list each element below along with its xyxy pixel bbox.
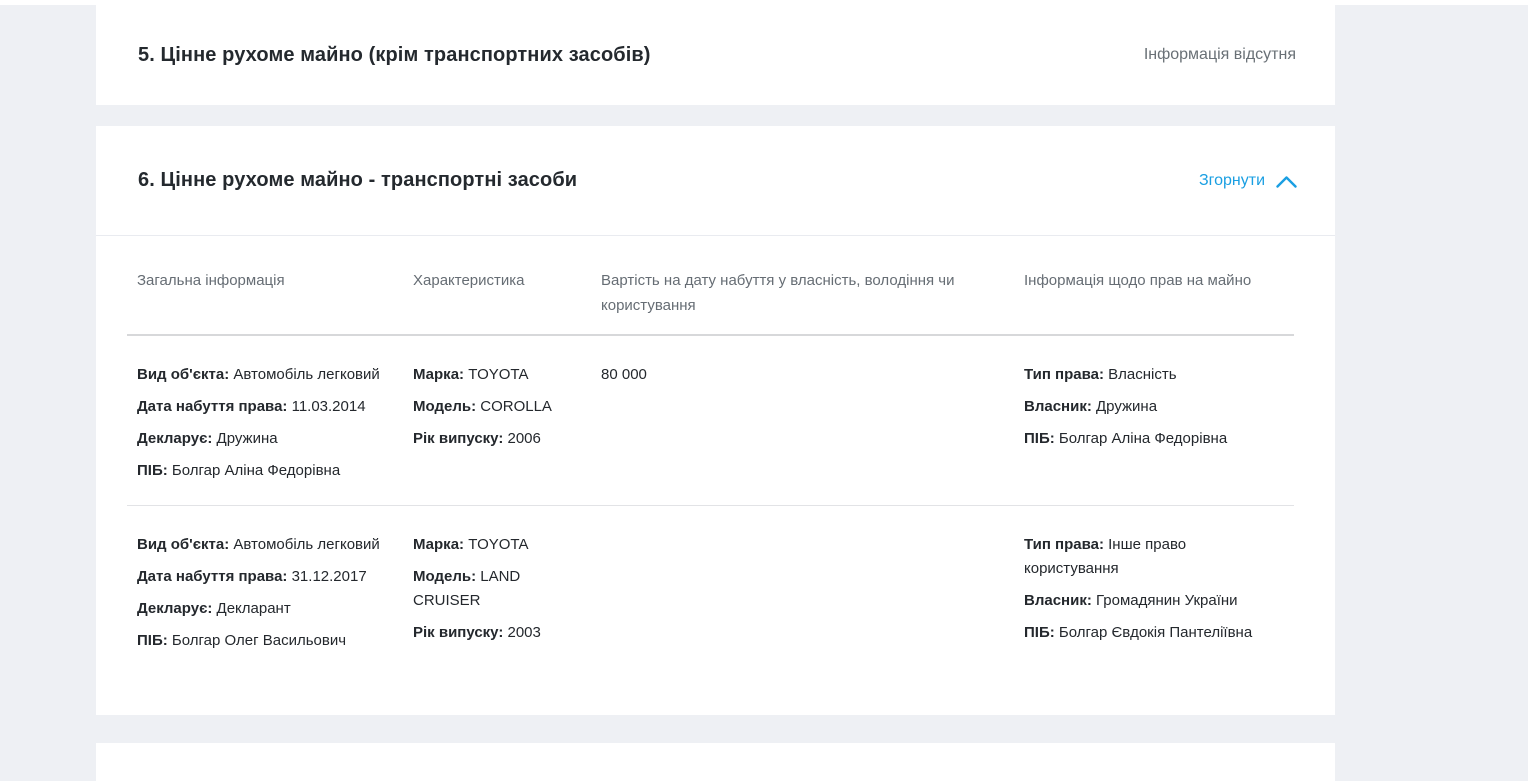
- field-value: Дружина: [217, 430, 278, 447]
- section-5-title: 5. Цінне рухоме майно (крім транспортних…: [138, 44, 651, 67]
- cell-general: Вид об'єкта: Автомобіль легковий Дата на…: [127, 506, 403, 676]
- field-value: Автомобіль легковий: [233, 536, 379, 553]
- field-label: Тип права:: [1024, 366, 1104, 383]
- section-6-title: 6. Цінне рухоме майно - транспортні засо…: [138, 169, 577, 192]
- cell-cost: [591, 506, 1014, 676]
- field-label: Марка:: [413, 366, 464, 383]
- field-label: Рік випуску:: [413, 430, 503, 447]
- section-6-header: 6. Цінне рухоме майно - транспортні засо…: [96, 126, 1335, 236]
- field-owner-name: ПІБ: Болгар Євдокія Пантеліївна: [1024, 621, 1284, 645]
- field-brand: Марка: TOYOTA: [413, 533, 581, 557]
- field-label: Марка:: [413, 536, 464, 553]
- field-value: COROLLA: [480, 398, 552, 415]
- vehicle-row-2: Вид об'єкта: Автомобіль легковий Дата на…: [127, 506, 1294, 676]
- field-declared-by: Декларує: Декларант: [137, 597, 393, 621]
- collapse-label: Згорнути: [1199, 172, 1265, 190]
- vehicle-row-1: Вид об'єкта: Автомобіль легковий Дата на…: [127, 335, 1294, 506]
- field-label: Модель:: [413, 568, 476, 585]
- field-model: Модель: COROLLA: [413, 395, 581, 419]
- field-value: Дружина: [1096, 398, 1157, 415]
- field-label: Рік випуску:: [413, 624, 503, 641]
- field-value: 2006: [507, 430, 540, 447]
- field-value: 2003: [507, 624, 540, 641]
- field-value: 11.03.2014: [292, 398, 366, 415]
- field-brand: Марка: TOYOTA: [413, 363, 581, 387]
- section-5-status: Інформація відсутня: [1144, 46, 1296, 64]
- field-label: Власник:: [1024, 592, 1092, 609]
- collapse-button[interactable]: Згорнути: [1199, 172, 1297, 190]
- section-6-card: 6. Цінне рухоме майно - транспортні засо…: [96, 126, 1335, 715]
- field-acquire-date: Дата набуття права: 31.12.2017: [137, 565, 393, 589]
- cell-characteristics: Марка: TOYOTA Модель: COROLLA Рік випуск…: [403, 335, 591, 506]
- field-label: ПІБ:: [137, 462, 168, 479]
- field-owner-name: ПІБ: Болгар Аліна Федорівна: [1024, 427, 1284, 451]
- field-owner: Власник: Громадянин України: [1024, 589, 1284, 613]
- field-label: Тип права:: [1024, 536, 1104, 553]
- field-object-type: Вид об'єкта: Автомобіль легковий: [137, 533, 393, 557]
- field-value: Болгар Аліна Федорівна: [172, 462, 340, 479]
- section-5-card: 5. Цінне рухоме майно (крім транспортних…: [96, 5, 1335, 105]
- field-acquire-date: Дата набуття права: 11.03.2014: [137, 395, 393, 419]
- field-year: Рік випуску: 2003: [413, 621, 581, 645]
- field-model: Модель: LAND CRUISER: [413, 565, 581, 613]
- cell-cost: 80 000: [591, 335, 1014, 506]
- field-right-type: Тип права: Власність: [1024, 363, 1284, 387]
- field-value: Болгар Аліна Федорівна: [1059, 430, 1227, 447]
- field-label: Декларує:: [137, 430, 212, 447]
- field-label: Дата набуття права:: [137, 398, 287, 415]
- field-value: Власність: [1108, 366, 1176, 383]
- field-value: Декларант: [217, 600, 291, 617]
- cell-rights: Тип права: Власність Власник: Дружина ПІ…: [1014, 335, 1294, 506]
- field-label: Власник:: [1024, 398, 1092, 415]
- cell-characteristics: Марка: TOYOTA Модель: LAND CRUISER Рік в…: [403, 506, 591, 676]
- field-object-type: Вид об'єкта: Автомобіль легковий: [137, 363, 393, 387]
- field-value: Громадянин України: [1096, 592, 1238, 609]
- field-label: ПІБ:: [137, 632, 168, 649]
- field-value: TOYOTA: [468, 536, 528, 553]
- col-header-cost: Вартість на дату набуття у власність, во…: [591, 236, 1014, 335]
- col-header-rights: Інформація щодо прав на майно: [1014, 236, 1294, 335]
- field-right-type: Тип права: Інше право користування: [1024, 533, 1284, 581]
- field-label: Модель:: [413, 398, 476, 415]
- vehicles-table-wrap: Загальна інформація Характеристика Варті…: [96, 236, 1335, 715]
- field-value: TOYOTA: [468, 366, 528, 383]
- col-header-characteristics: Характеристика: [403, 236, 591, 335]
- field-value: Болгар Олег Васильович: [172, 632, 346, 649]
- field-label: ПІБ:: [1024, 624, 1055, 641]
- next-section-card: [96, 743, 1335, 781]
- field-value: Автомобіль легковий: [233, 366, 379, 383]
- field-declared-by: Декларує: Дружина: [137, 427, 393, 451]
- vehicles-table: Загальна інформація Характеристика Варті…: [127, 236, 1294, 675]
- chevron-up-icon: [1276, 176, 1297, 188]
- field-name: ПІБ: Болгар Олег Васильович: [137, 629, 393, 653]
- field-label: ПІБ:: [1024, 430, 1055, 447]
- cell-rights: Тип права: Інше право користування Власн…: [1014, 506, 1294, 676]
- field-year: Рік випуску: 2006: [413, 427, 581, 451]
- field-owner: Власник: Дружина: [1024, 395, 1284, 419]
- field-name: ПІБ: Болгар Аліна Федорівна: [137, 459, 393, 483]
- col-header-general: Загальна інформація: [127, 236, 403, 335]
- field-label: Дата набуття права:: [137, 568, 287, 585]
- table-header-row: Загальна інформація Характеристика Варті…: [127, 236, 1294, 335]
- field-value: 31.12.2017: [292, 568, 367, 585]
- field-label: Вид об'єкта:: [137, 536, 229, 553]
- cell-general: Вид об'єкта: Автомобіль легковий Дата на…: [127, 335, 403, 506]
- field-label: Декларує:: [137, 600, 212, 617]
- field-label: Вид об'єкта:: [137, 366, 229, 383]
- field-value: Болгар Євдокія Пантеліївна: [1059, 624, 1252, 641]
